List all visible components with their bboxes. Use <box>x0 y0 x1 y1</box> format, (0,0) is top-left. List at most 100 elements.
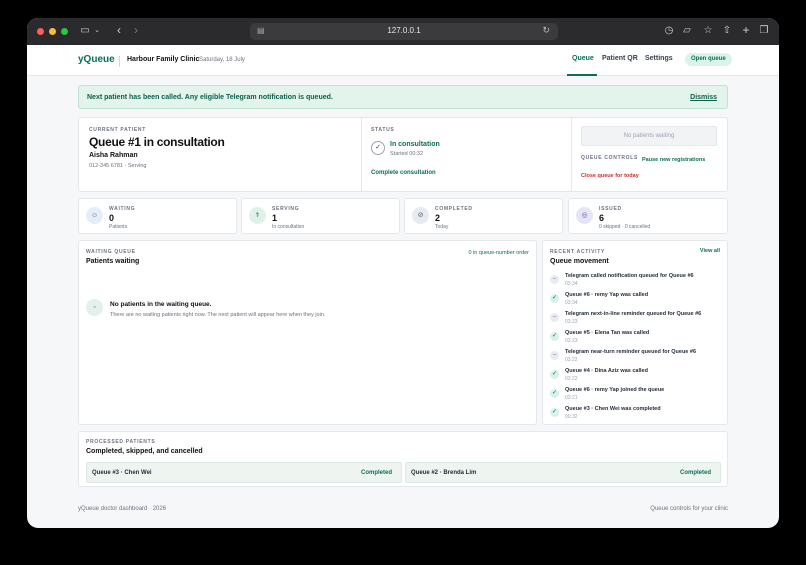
dismiss-button[interactable]: Dismiss <box>690 94 717 101</box>
ticket-icon: ◎ <box>576 207 593 224</box>
minimize-window-button[interactable] <box>49 28 56 35</box>
no-patients-waiting-button[interactable]: No patients waiting <box>581 126 717 146</box>
empty-queue-text: There are no waiting patients right now.… <box>110 312 326 318</box>
activity-text: Queue #4 · Dina Aziz was called <box>565 368 648 374</box>
stat-card-waiting: ☺ WAITING 0 Patients <box>78 198 237 234</box>
processed-status: Completed <box>679 470 711 476</box>
activity-item: ✓ Queue #6 · remy Yap joined the queue 0… <box>550 387 725 405</box>
tabs-overview-icon[interactable]: ❐ <box>758 24 770 38</box>
stat-label: SERVING <box>272 206 300 212</box>
activity-text: Telegram next-in-line reminder queued fo… <box>565 311 702 317</box>
activity-item: ✓ Queue #4 · Dina Aziz was called 03:22 <box>550 368 725 386</box>
nav-settings[interactable]: Settings <box>645 55 673 62</box>
view-all-link[interactable]: View all <box>700 248 720 254</box>
clinic-name: Harbour Family Clinic <box>127 56 200 63</box>
activity-time: 03:23 <box>565 319 578 325</box>
status-started: Started 00:32 <box>390 151 424 157</box>
history-icon[interactable]: ◷ <box>663 24 675 38</box>
card-divider <box>571 118 572 191</box>
activity-item: ✓ Queue #6 · remy Yap was called 03:34 <box>550 292 725 310</box>
stat-value: 6 <box>599 213 605 223</box>
activity-time: 03:34 <box>565 300 578 306</box>
waiting-queue-title: Patients waiting <box>86 258 140 265</box>
footer-right: Queue controls for your clinic <box>650 506 728 512</box>
forward-arrow-icon[interactable]: › <box>131 24 141 37</box>
close-queue-button[interactable]: Close queue for today <box>581 173 639 179</box>
new-tab-icon[interactable]: + <box>740 24 752 37</box>
nav-patient-qr[interactable]: Patient QR <box>602 55 638 62</box>
waiting-queue-label: WAITING QUEUE <box>86 249 136 255</box>
check-icon: ✓ <box>550 408 559 417</box>
check-circle-icon: ✓ <box>371 141 385 155</box>
share-icon[interactable]: ⇧ <box>721 24 733 38</box>
back-arrow-icon[interactable]: ‹ <box>114 24 124 37</box>
recent-activity-label: RECENT ACTIVITY <box>550 249 606 255</box>
url-text: 127.0.0.1 <box>387 26 421 35</box>
info-dot-icon: – <box>550 313 559 322</box>
recent-activity-panel: RECENT ACTIVITY Queue movement View all … <box>542 240 728 425</box>
footer-left: yQueue doctor dashboard · 2026 <box>78 506 167 512</box>
info-dot-icon: – <box>550 275 559 284</box>
nav-queue[interactable]: Queue <box>572 55 594 62</box>
status-label: STATUS <box>371 127 395 133</box>
sidebar-toggle-icon[interactable]: ▭ <box>79 24 91 38</box>
activity-time: 03:23 <box>565 338 578 344</box>
activity-time: 03:22 <box>565 357 578 363</box>
browser-window: ▭ ⌄ ‹ › ▤ 127.0.0.1 ↻ ◷ ▱ ☆ ⇧ + ❐ yQueue… <box>27 18 779 528</box>
activity-time: 03:21 <box>565 395 578 401</box>
reader-icon[interactable]: ▱ <box>681 24 693 38</box>
processed-patient-name: Queue #3 · Chen Wei <box>92 470 152 476</box>
current-patient-heading: Queue #1 in consultation <box>89 135 225 149</box>
processed-row[interactable]: Queue #2 · Brenda Lim Completed <box>405 462 721 483</box>
activity-item: ✓ Queue #5 · Elena Tan was called 03:23 <box>550 330 725 348</box>
patient-icon: ☺ <box>86 207 103 224</box>
zoom-window-button[interactable] <box>61 28 68 35</box>
bookmark-star-icon[interactable]: ☆ <box>702 24 714 38</box>
app-logo[interactable]: yQueue <box>78 54 115 65</box>
stat-value: 1 <box>272 213 278 223</box>
pause-registrations-button[interactable]: Pause new registrations <box>642 157 705 163</box>
empty-queue-title: No patients in the waiting queue. <box>110 301 212 308</box>
check-icon: ✓ <box>550 389 559 398</box>
stat-sub: 0 skipped · 0 cancelled <box>599 224 651 230</box>
activity-item: – Telegram called notification queued fo… <box>550 273 725 291</box>
nav-active-indicator <box>567 74 597 76</box>
queue-controls-label: QUEUE CONTROLS <box>581 155 639 161</box>
open-queue-badge[interactable]: Open queue <box>685 53 732 66</box>
stat-card-serving: ⚕ SERVING 1 In consultation <box>241 198 400 234</box>
chevron-down-icon[interactable]: ⌄ <box>93 24 101 38</box>
stat-value: 2 <box>435 213 441 223</box>
check-icon: ✓ <box>550 332 559 341</box>
current-patient-meta: 012-345 6781 · Serving <box>89 163 147 169</box>
recent-activity-title: Queue movement <box>550 258 609 265</box>
reload-icon[interactable]: ↻ <box>542 25 550 36</box>
alert-message: Next patient has been called. Any eligib… <box>87 94 333 101</box>
stat-sub: Today <box>435 224 449 230</box>
processed-row[interactable]: Queue #3 · Chen Wei Completed <box>86 462 402 483</box>
activity-item: – Telegram next-in-line reminder queued … <box>550 311 725 329</box>
address-bar[interactable]: ▤ 127.0.0.1 ↻ <box>250 23 558 40</box>
queue-order-note: 0 in queue-number order <box>468 250 529 256</box>
processed-status: Completed <box>360 470 392 476</box>
close-window-button[interactable] <box>37 28 44 35</box>
browser-toolbar: ▭ ⌄ ‹ › ▤ 127.0.0.1 ↻ ◷ ▱ ☆ ⇧ + ❐ <box>27 18 779 45</box>
activity-text: Queue #6 · remy Yap was called <box>565 292 649 298</box>
header-date: Saturday, 18 July <box>199 57 245 63</box>
stat-sub: Patients <box>109 224 128 230</box>
empty-queue-icon: ◦ <box>86 299 103 316</box>
stat-value: 0 <box>109 213 115 223</box>
check-icon: ✓ <box>550 370 559 379</box>
check-badge-icon: ⊘ <box>412 207 429 224</box>
status-state: In consultation <box>390 141 440 148</box>
app-header: yQueue Harbour Family Clinic Saturday, 1… <box>27 45 779 76</box>
stat-card-issued: ◎ ISSUED 6 0 skipped · 0 cancelled <box>568 198 728 234</box>
stat-sub: In consultation <box>272 224 305 230</box>
activity-text: Queue #3 · Chen Wei was completed <box>565 406 661 412</box>
activity-time: 03:34 <box>565 281 578 287</box>
complete-consultation-button[interactable]: Complete consultation <box>371 170 436 176</box>
check-icon: ✓ <box>550 294 559 303</box>
current-patient-card: CURRENT PATIENT Queue #1 in consultation… <box>78 117 728 192</box>
activity-text: Queue #5 · Elena Tan was called <box>565 330 650 336</box>
current-patient-label: CURRENT PATIENT <box>89 127 146 133</box>
activity-text: Queue #6 · remy Yap joined the queue <box>565 387 665 393</box>
